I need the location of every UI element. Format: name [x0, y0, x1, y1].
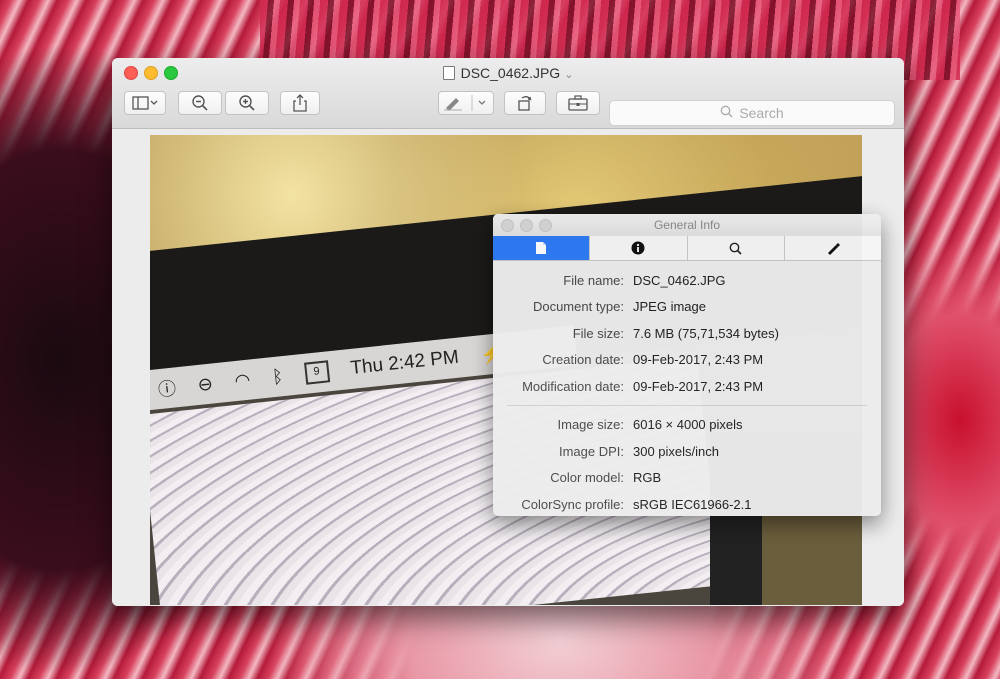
info-row-creation-date: Creation date: 09-Feb-2017, 2:43 PM [493, 347, 881, 374]
rotate-icon [518, 96, 532, 111]
info-value: 300 pixels/inch [633, 443, 719, 459]
info-value: sRGB IEC61966-2.1 [633, 496, 752, 512]
wifi-icon: ◠ [233, 369, 252, 391]
share-button[interactable] [280, 91, 320, 115]
info-icon [631, 241, 645, 255]
photo-menubar-clock: Thu 2:42 PM [349, 346, 460, 379]
sidebar-button[interactable] [124, 91, 166, 115]
toolbox-icon [568, 95, 588, 111]
rotate-button[interactable] [504, 91, 546, 115]
document-proxy-icon[interactable] [442, 66, 455, 80]
info-row-colorsync-profile: ColorSync profile: sRGB IEC61966-2.1 [493, 491, 881, 516]
info-value: 7.6 MB (75,71,534 bytes) [633, 325, 779, 341]
tab-annotations[interactable] [785, 236, 881, 260]
tab-keywords[interactable] [688, 236, 785, 260]
pen-icon [827, 243, 840, 255]
document-icon [536, 242, 547, 254]
info-label: File size: [572, 325, 624, 341]
search-icon [729, 242, 742, 255]
info-row-color-model: Color model: RGB [493, 465, 881, 492]
info-label: Image size: [557, 417, 624, 433]
calendar-icon: 9 [303, 360, 330, 385]
info-row-image-dpi: Image DPI: 300 pixels/inch [493, 438, 881, 465]
inspector-title: General Info [653, 218, 721, 232]
info-label: Color model: [550, 470, 624, 486]
info-label: Creation date: [542, 352, 624, 368]
search-field[interactable]: Search [609, 100, 895, 126]
zoom-in-button[interactable] [225, 91, 269, 115]
info-value: 09-Feb-2017, 2:43 PM [633, 352, 764, 368]
sidebar-icon [132, 96, 158, 110]
info-label: File name: [563, 272, 624, 288]
markup-pen-icon [444, 95, 486, 111]
markup-button[interactable] [438, 91, 494, 115]
share-icon [293, 94, 307, 112]
window-title-text: DSC_0462.JPG [460, 65, 561, 81]
inspector-image-section: Image size: 6016 × 4000 pixels Image DPI:… [493, 412, 881, 517]
tab-general-info[interactable] [493, 236, 591, 260]
info-row-document-type: Document type: JPEG image [493, 294, 881, 321]
info-circle-icon: ⓘ [157, 378, 178, 401]
inspector-general-section: File name: DSC_0462.JPG Document type: JPE… [493, 261, 881, 400]
info-value: 09-Feb-2017, 2:43 PM [633, 378, 764, 394]
info-row-file-name: File name: DSC_0462.JPG [493, 267, 881, 294]
tab-more-info[interactable] [590, 236, 688, 260]
info-row-file-size: File size: 7.6 MB (75,71,534 bytes) [493, 320, 881, 347]
info-value: 6016 × 4000 pixels [633, 417, 743, 433]
section-divider [507, 404, 867, 406]
bluetooth-icon: ᛒ [271, 365, 284, 387]
inspector-tabs [493, 236, 881, 261]
chevron-down-icon[interactable]: ⌄ [564, 69, 573, 81]
zoom-out-icon [192, 95, 208, 111]
info-label: Document type: [532, 299, 624, 315]
inspector-minimize-button[interactable] [520, 219, 533, 232]
globe-icon: ⊖ [196, 373, 214, 395]
inspector-titlebar[interactable]: General Info [493, 214, 881, 236]
info-label: ColorSync profile: [521, 496, 624, 512]
inspector-panel: General Info File name: DSC_0462.JPG Docu… [493, 214, 881, 516]
titlebar: DSC_0462.JPG ⌄ Search [112, 58, 904, 129]
info-value: RGB [633, 470, 662, 486]
info-value: DSC_0462.JPG [633, 272, 726, 288]
info-row-image-size: Image size: 6016 × 4000 pixels [493, 412, 881, 439]
info-row-modification-date: Modification date: 09-Feb-2017, 2:43 PM [493, 373, 881, 400]
inspector-zoom-button[interactable] [539, 219, 552, 232]
info-value: JPEG image [633, 299, 706, 315]
info-label: Modification date: [522, 378, 624, 394]
inspector-close-button[interactable] [501, 219, 514, 232]
search-icon [720, 105, 733, 121]
zoom-out-button[interactable] [178, 91, 222, 115]
window-title[interactable]: DSC_0462.JPG ⌄ [112, 65, 904, 81]
info-label: Image DPI: [558, 443, 624, 459]
zoom-in-icon [239, 95, 255, 111]
search-placeholder: Search [739, 105, 784, 121]
toolbox-button[interactable] [556, 91, 600, 115]
